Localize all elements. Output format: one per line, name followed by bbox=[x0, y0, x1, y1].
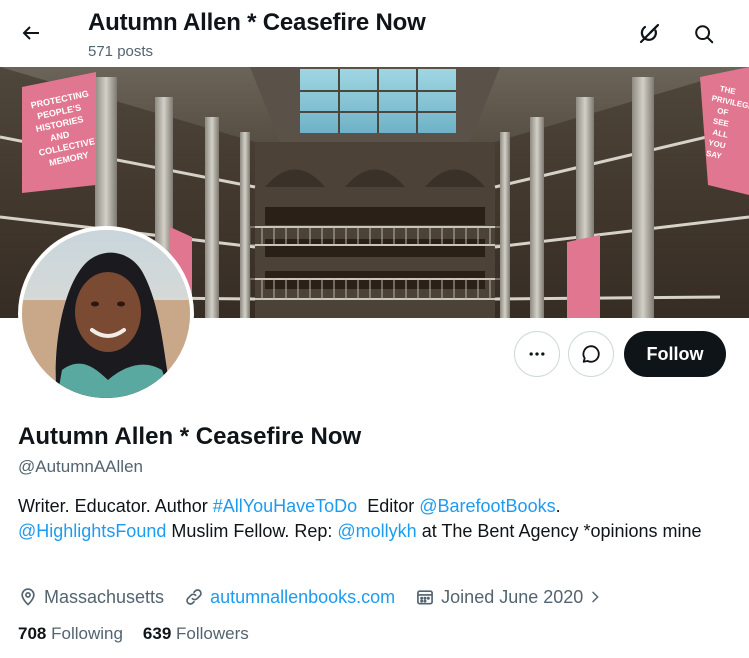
link-icon bbox=[186, 589, 202, 605]
profile-location: Massachusetts bbox=[18, 587, 164, 608]
follow-button[interactable]: Follow bbox=[624, 331, 726, 377]
joined-text: Joined June 2020 bbox=[441, 586, 584, 607]
following-count: 708 bbox=[18, 624, 47, 643]
bio-text: Editor bbox=[357, 496, 420, 516]
follow-stats: 708 Following 639 Followers bbox=[18, 624, 269, 644]
chevron-right-icon bbox=[592, 591, 600, 603]
search-icon bbox=[695, 25, 714, 44]
bio-mention-link[interactable]: @HighlightsFound bbox=[18, 521, 166, 541]
grok-button[interactable] bbox=[631, 16, 667, 52]
profile-name: Autumn Allen * Ceasefire Now bbox=[18, 423, 362, 450]
search-button[interactable] bbox=[686, 16, 722, 52]
back-arrow-icon bbox=[22, 26, 39, 40]
bio-mention-link[interactable]: @BarefootBooks bbox=[419, 496, 555, 516]
message-button[interactable] bbox=[568, 331, 614, 377]
bio-text: at The Bent Agency *opinions mine bbox=[416, 521, 702, 541]
more-button[interactable] bbox=[514, 331, 560, 377]
bio-text: Muslim Fellow. Rep: bbox=[166, 521, 338, 541]
followers-label: Followers bbox=[176, 624, 249, 643]
followers-stat[interactable]: 639 Followers bbox=[143, 624, 249, 644]
back-button[interactable] bbox=[12, 14, 50, 52]
followers-count: 639 bbox=[142, 624, 172, 643]
location-text: Massachusetts bbox=[44, 586, 165, 607]
message-icon bbox=[582, 345, 600, 363]
profile-joined[interactable]: Joined June 2020 bbox=[415, 587, 609, 608]
bio-hashtag-link[interactable]: #AllYouHaveToDo bbox=[213, 496, 357, 516]
following-label: Following bbox=[51, 624, 123, 643]
avatar[interactable] bbox=[18, 226, 194, 402]
grok-icon bbox=[639, 23, 660, 44]
avatar-photo bbox=[22, 230, 190, 398]
more-icon bbox=[529, 352, 545, 356]
profile-website[interactable]: autumnallenbooks.com bbox=[184, 587, 395, 608]
bio-text: . bbox=[555, 496, 561, 516]
location-icon bbox=[21, 588, 35, 606]
following-stat[interactable]: 708 Following bbox=[18, 624, 123, 644]
website-link[interactable]: autumnallenbooks.com bbox=[210, 587, 395, 608]
bio-mention-link[interactable]: @mollykh bbox=[337, 521, 416, 541]
profile-header: Autumn Allen * Ceasefire Now 571 posts bbox=[0, 0, 749, 67]
calendar-icon bbox=[417, 590, 434, 605]
header-title: Autumn Allen * Ceasefire Now bbox=[88, 9, 426, 36]
bio-text: Writer. Educator. Author bbox=[18, 496, 213, 516]
profile-bio: Writer. Educator. Author #AllYouHaveToDo… bbox=[18, 494, 718, 544]
profile-handle: @AutumnAAllen bbox=[18, 457, 143, 476]
header-posts-count: 571 posts bbox=[88, 43, 154, 60]
profile-meta: Massachusetts autumnallenbooks.com Joine… bbox=[18, 584, 629, 610]
